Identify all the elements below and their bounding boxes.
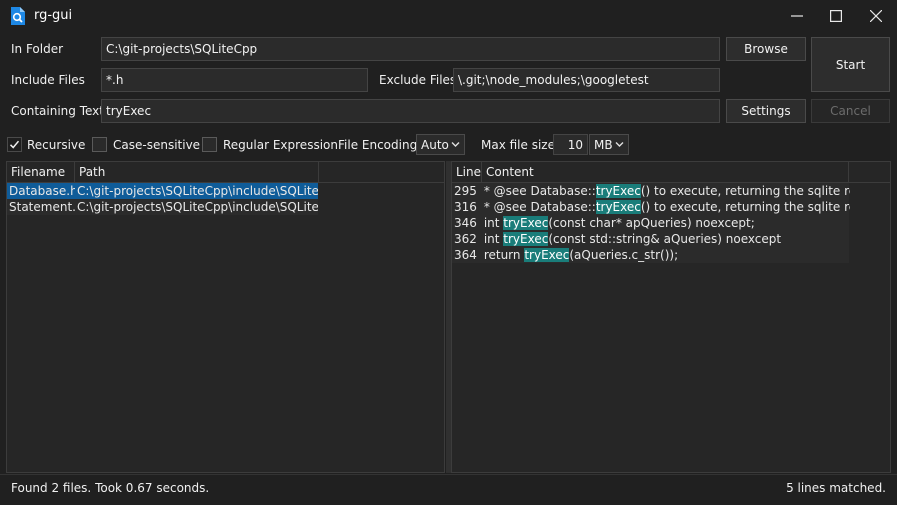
minimize-button[interactable] <box>777 0 817 32</box>
max-size-input[interactable]: 10 <box>553 134 588 155</box>
content-after: (aQueries.c_str()); <box>569 248 679 262</box>
table-row[interactable]: Statement.h C:\git-projects\SQLiteCpp\in… <box>7 199 444 215</box>
content-before: int <box>480 232 504 246</box>
exclude-files-input[interactable]: \.git;\node_modules;\googletest <box>453 68 720 92</box>
table-row[interactable]: Database.h C:\git-projects\SQLiteCpp\inc… <box>7 183 444 199</box>
recursive-label: Recursive <box>27 138 86 152</box>
column-header-filename[interactable]: Filename <box>7 162 75 182</box>
column-header-path[interactable]: Path <box>75 162 319 182</box>
content-after: () to execute, returning the sqlite resu… <box>640 184 850 198</box>
start-button[interactable]: Start <box>811 37 890 92</box>
case-sensitive-checkbox[interactable] <box>92 137 107 152</box>
magnifier-document-icon <box>11 7 25 25</box>
in-folder-input[interactable]: C:\git-projects\SQLiteCpp <box>101 37 720 61</box>
line-number: 364 <box>454 248 477 262</box>
match-highlight: tryExec <box>595 184 641 198</box>
maximize-button[interactable] <box>816 0 856 32</box>
content-after: (const std::string& aQueries) noexcept <box>548 232 782 246</box>
files-panel: Filename Path Database.h C:\git-projects… <box>6 161 445 473</box>
file-path: C:\git-projects\SQLiteCpp\include\SQLite… <box>75 183 318 199</box>
content-before: return <box>480 248 525 262</box>
chevron-down-icon <box>615 142 624 147</box>
regex-checkbox[interactable] <box>202 137 217 152</box>
list-item[interactable]: 295 * @see Database::tryExec() to execut… <box>452 183 850 199</box>
size-unit-value: MB <box>594 137 613 152</box>
include-files-label: Include Files <box>11 73 85 87</box>
line-content: return tryExec(aQueries.c_str()); <box>480 247 850 263</box>
list-item[interactable]: 362 int tryExec(const std::string& aQuer… <box>452 231 849 247</box>
content-before: int <box>480 216 504 230</box>
line-content: * @see Database::tryExec() to execute, r… <box>480 183 850 199</box>
content-before: * @see Database:: <box>480 200 596 214</box>
browse-button[interactable]: Browse <box>726 37 806 61</box>
in-folder-label: In Folder <box>11 42 64 56</box>
file-name: Database.h <box>7 183 75 199</box>
file-name: Statement.h <box>7 199 75 215</box>
settings-button[interactable]: Settings <box>726 99 806 123</box>
line-content: int tryExec(const char* apQueries) noexc… <box>480 215 850 231</box>
exclude-files-label: Exclude Files <box>379 73 457 87</box>
containing-text-input[interactable]: tryExec <box>101 99 720 123</box>
files-header: Filename Path <box>7 162 444 183</box>
match-highlight: tryExec <box>524 248 570 262</box>
close-icon <box>870 10 882 22</box>
column-header-content[interactable]: Content <box>482 162 849 182</box>
window-title: rg-gui <box>34 8 73 23</box>
chevron-down-icon <box>451 142 460 147</box>
line-content: int tryExec(const std::string& aQueries)… <box>480 231 850 247</box>
maximize-icon <box>830 10 842 22</box>
title-bar: rg-gui <box>0 0 897 32</box>
matches-panel: Line Content 295 * @see Database::tryExe… <box>451 161 891 473</box>
encoding-value: Auto <box>421 137 449 152</box>
matches-header: Line Content <box>452 162 890 183</box>
line-number: 346 <box>454 216 477 230</box>
list-item[interactable]: 316 * @see Database::tryExec() to execut… <box>452 199 850 215</box>
max-size-label: Max file size: <box>481 138 560 152</box>
regex-label: Regular Expression <box>223 138 338 152</box>
file-path: C:\git-projects\SQLiteCpp\include\SQLite… <box>75 199 318 215</box>
encoding-select[interactable]: Auto <box>416 134 465 155</box>
status-summary: Found 2 files. Took 0.67 seconds. <box>11 481 210 495</box>
list-item[interactable]: 364 return tryExec(aQueries.c_str()); <box>452 247 849 263</box>
line-number: 295 <box>454 184 477 198</box>
status-match-count: 5 lines matched. <box>786 481 886 495</box>
close-button[interactable] <box>856 0 896 32</box>
content-after: (const char* apQueries) noexcept; <box>548 216 755 230</box>
encoding-label: File Encoding: <box>338 138 422 152</box>
match-highlight: tryExec <box>503 232 549 246</box>
recursive-checkbox[interactable] <box>7 137 22 152</box>
match-highlight: tryExec <box>595 200 641 214</box>
checkmark-icon <box>9 140 20 149</box>
list-item[interactable]: 346 int tryExec(const char* apQueries) n… <box>452 215 849 231</box>
containing-text-label: Containing Text <box>11 104 104 118</box>
cancel-button[interactable]: Cancel <box>811 99 890 123</box>
column-header-line[interactable]: Line <box>452 162 482 182</box>
line-number: 362 <box>454 232 477 246</box>
line-content: * @see Database::tryExec() to execute, r… <box>480 199 850 215</box>
content-after: () to execute, returning the sqlite resu… <box>640 200 850 214</box>
status-bar: Found 2 files. Took 0.67 seconds. 5 line… <box>0 474 897 505</box>
line-number: 316 <box>454 200 477 214</box>
minimize-icon <box>791 15 803 17</box>
size-unit-select[interactable]: MB <box>589 134 629 155</box>
content-before: * @see Database:: <box>480 184 596 198</box>
match-highlight: tryExec <box>503 216 549 230</box>
include-files-input[interactable]: *.h <box>101 68 368 92</box>
case-sensitive-label: Case-sensitive <box>113 138 201 152</box>
